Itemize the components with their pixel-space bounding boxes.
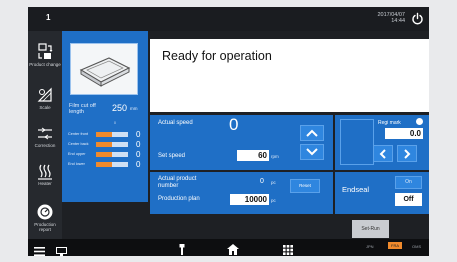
menu-icon[interactable] — [34, 243, 45, 256]
chevron-down-icon — [306, 148, 318, 156]
top-bar: 1 2017/04/07 14:44 — [28, 7, 429, 31]
film-cut-off-unit: mm — [130, 106, 138, 111]
nav-label: Correction — [34, 143, 56, 148]
set-run-button[interactable]: Set-Run — [352, 220, 389, 238]
regi-mark-label: Regi mark — [378, 120, 401, 126]
set-speed-label: Set speed — [158, 153, 186, 159]
film-cut-off-value[interactable]: 250 — [112, 103, 127, 113]
film-cut-off-label: Film cut off length — [69, 103, 96, 115]
product-image[interactable] — [70, 43, 138, 95]
actual-speed-value: 0 — [229, 115, 239, 134]
correction-row-center-back[interactable]: Center back 0 — [68, 140, 148, 149]
nav-heater[interactable]: Heater — [28, 163, 62, 186]
endseal-off-button[interactable]: Off — [395, 193, 422, 206]
actual-product-number-value: 0 — [260, 178, 264, 185]
time-text: 14:44 — [391, 18, 405, 24]
correction-label: Center back — [68, 142, 89, 146]
chevron-left-icon — [379, 149, 386, 159]
regi-mark-display — [340, 119, 374, 165]
datetime-display: 2017/04/07 14:44 — [377, 12, 405, 24]
status-panel: Ready for operation — [150, 39, 429, 112]
status-indicator-active: FRA — [388, 242, 402, 249]
reset-button[interactable]: Reset — [290, 179, 320, 193]
nav-product-change[interactable]: Product change — [28, 43, 62, 67]
production-plan-label: Production plan — [158, 196, 200, 202]
production-report-icon — [37, 204, 53, 220]
correction-label: Center front — [68, 132, 89, 136]
chevron-up-icon — [306, 129, 318, 137]
nav-label: Product change — [29, 62, 61, 67]
nav-scale[interactable]: Scale — [28, 86, 62, 110]
actual-product-number-unit: pc — [271, 180, 276, 185]
home-icon[interactable] — [227, 242, 239, 256]
set-speed-input[interactable]: 60 — [237, 150, 269, 161]
correction-scale-zero: 0 — [114, 121, 116, 125]
endseal-on-button[interactable]: On — [395, 176, 422, 189]
regi-left-button[interactable] — [373, 145, 393, 162]
nav-label: Scale — [39, 105, 51, 110]
correction-row-end-lower[interactable]: End lower 0 — [68, 160, 148, 169]
monitor-icon[interactable] — [56, 243, 67, 256]
production-plan-input[interactable]: 10000 — [230, 194, 269, 205]
correction-icon — [38, 127, 52, 140]
regi-mark-input[interactable]: 0.0 — [385, 128, 423, 139]
correction-value: 0 — [136, 130, 141, 139]
left-navigation: Product change Scale Correction Heater P… — [28, 31, 62, 239]
endseal-label: Endseal — [342, 185, 370, 194]
correction-bar-fill — [96, 162, 112, 167]
correction-bar — [96, 142, 128, 147]
scale-icon — [37, 87, 52, 102]
screen-number: 1 — [46, 13, 51, 22]
tool-icon[interactable] — [179, 242, 185, 256]
nav-label: Production report — [34, 222, 56, 232]
machine-hmi-screen: 1 2017/04/07 14:44 Product change Scale … — [28, 7, 429, 256]
power-icon[interactable] — [411, 12, 424, 25]
correction-value: 0 — [136, 140, 141, 149]
correction-bar — [96, 152, 128, 157]
speed-down-button[interactable] — [300, 144, 324, 160]
set-speed-unit: rpm — [271, 154, 279, 159]
correction-bar-fill — [96, 142, 112, 147]
bottom-bar: JPN FRA OMS — [28, 239, 429, 256]
regi-right-button[interactable] — [397, 145, 417, 162]
grid-icon[interactable] — [283, 242, 293, 256]
correction-label: End lower — [68, 162, 85, 166]
correction-bar-fill — [96, 152, 112, 157]
status-message: Ready for operation — [162, 49, 272, 63]
chevron-right-icon — [404, 149, 411, 159]
nav-label: Heater — [38, 181, 52, 186]
actual-speed-label: Actual speed — [158, 120, 193, 126]
nav-correction[interactable]: Correction — [28, 126, 62, 148]
status-indicator: OMS — [412, 244, 422, 249]
correction-value: 0 — [136, 160, 141, 169]
nav-production-report[interactable]: Production report — [28, 203, 62, 232]
correction-label: End upper — [68, 152, 86, 156]
correction-value: 0 — [136, 150, 141, 159]
regi-mark-indicator-icon — [416, 118, 423, 125]
heater-icon — [38, 164, 52, 180]
status-indicator: JPN — [366, 244, 374, 249]
correction-bar — [96, 132, 128, 137]
correction-row-end-upper[interactable]: End upper 0 — [68, 150, 148, 159]
correction-bar — [96, 162, 128, 167]
speed-up-button[interactable] — [300, 125, 324, 141]
actual-product-number-label: Actual product number — [158, 176, 197, 189]
correction-row-center-front[interactable]: Center front 0 — [68, 130, 148, 139]
product-change-icon — [38, 43, 53, 59]
product-tray-icon — [79, 57, 131, 87]
production-plan-unit: pc — [271, 198, 276, 203]
correction-bar-fill — [96, 132, 112, 137]
